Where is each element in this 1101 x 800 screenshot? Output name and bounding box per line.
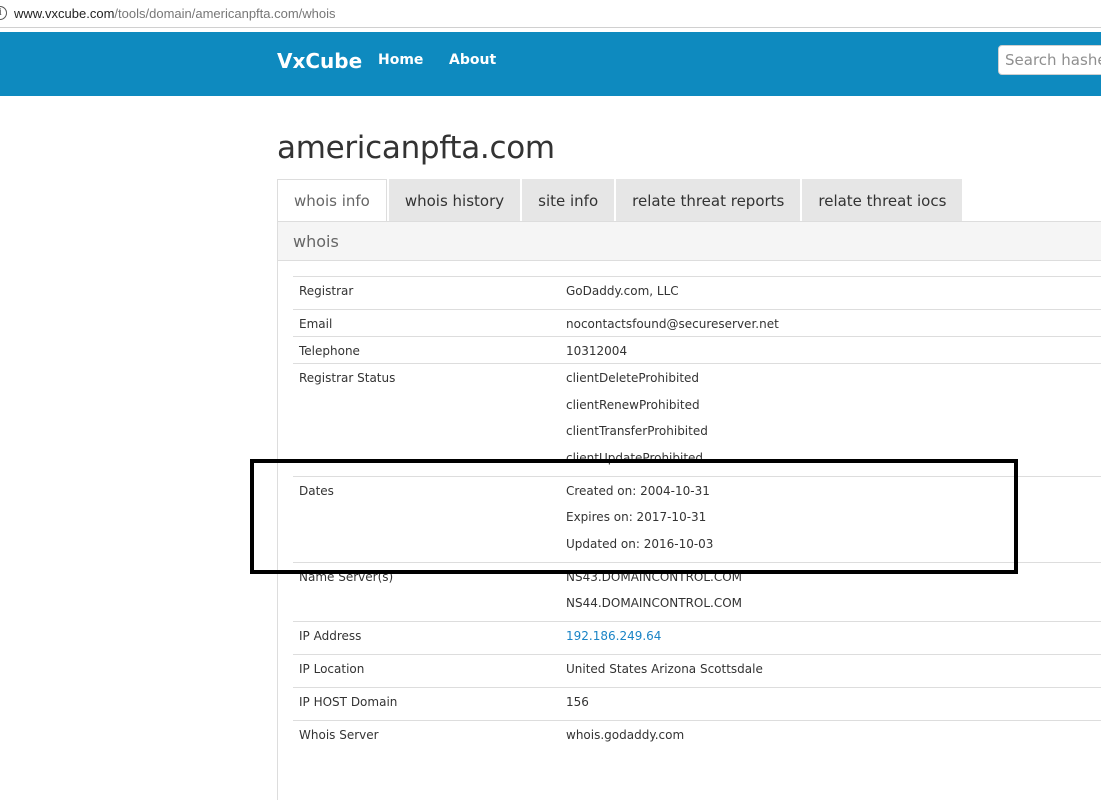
tab-whois-info[interactable]: whois info bbox=[277, 179, 387, 222]
tab-bar: whois info whois history site info relat… bbox=[277, 179, 964, 222]
address-url[interactable]: www.vxcube.com/tools/domain/americanpfta… bbox=[14, 6, 336, 21]
value-line: clientDeleteProhibited bbox=[566, 371, 700, 385]
value-line: United States Arizona Scottsdale bbox=[566, 662, 763, 676]
value-line: 10312004 bbox=[566, 344, 628, 358]
row-key: Email bbox=[293, 309, 560, 337]
url-host: www.vxcube.com bbox=[14, 6, 115, 21]
value-line: 156 bbox=[566, 695, 589, 709]
row-value: 192.186.249.64 bbox=[560, 621, 1101, 655]
highlight-box bbox=[250, 459, 1018, 574]
row-key: Registrar bbox=[293, 276, 560, 310]
row-key: Whois Server bbox=[293, 720, 560, 753]
table-row: Email nocontactsfound@secureserver.net bbox=[293, 309, 1101, 337]
table-row: Registrar GoDaddy.com, LLC bbox=[293, 276, 1101, 310]
tab-relate-threat-reports[interactable]: relate threat reports bbox=[616, 179, 801, 222]
ip-address-link[interactable]: 192.186.249.64 bbox=[566, 629, 1101, 643]
panel-heading: whois bbox=[278, 222, 1101, 261]
tab-site-info[interactable]: site info bbox=[522, 179, 615, 222]
brand-logo[interactable]: VxCube bbox=[277, 49, 362, 73]
row-value: 156 bbox=[560, 687, 1101, 721]
page-title: americanpfta.com bbox=[277, 130, 555, 166]
table-row: IP Location United States Arizona Scotts… bbox=[293, 654, 1101, 688]
nav-about-link[interactable]: About bbox=[449, 52, 496, 68]
row-key: IP Location bbox=[293, 654, 560, 688]
top-navbar: VxCube Home About bbox=[0, 32, 1101, 96]
row-key: Telephone bbox=[293, 336, 560, 364]
value-line: NS44.DOMAINCONTROL.COM bbox=[566, 596, 743, 610]
row-key: IP Address bbox=[293, 621, 560, 655]
table-row: Whois Server whois.godaddy.com bbox=[293, 720, 1101, 753]
table-row: IP Address 192.186.249.64 bbox=[293, 621, 1101, 655]
value-line: clientTransferProhibited bbox=[566, 424, 708, 438]
tab-relate-threat-iocs[interactable]: relate threat iocs bbox=[802, 179, 963, 222]
browser-address-bar[interactable]: i www.vxcube.com/tools/domain/americanpf… bbox=[0, 0, 1101, 28]
search-input[interactable] bbox=[998, 45, 1101, 75]
value-line: whois.godaddy.com bbox=[566, 728, 685, 742]
row-key: IP HOST Domain bbox=[293, 687, 560, 721]
value-line: nocontactsfound@secureserver.net bbox=[566, 317, 779, 331]
row-value: United States Arizona Scottsdale bbox=[560, 654, 1101, 688]
nav-home-link[interactable]: Home bbox=[378, 52, 423, 68]
table-row: Telephone 10312004 bbox=[293, 336, 1101, 364]
url-path: /tools/domain/americanpfta.com/whois bbox=[114, 6, 336, 21]
row-value: whois.godaddy.com bbox=[560, 720, 1101, 753]
value-line: GoDaddy.com, LLC bbox=[566, 284, 679, 298]
row-value: 10312004 bbox=[560, 336, 1101, 364]
row-value: nocontactsfound@secureserver.net bbox=[560, 309, 1101, 337]
value-line: clientRenewProhibited bbox=[566, 397, 700, 412]
table-row: IP HOST Domain 156 bbox=[293, 687, 1101, 721]
info-icon[interactable]: i bbox=[0, 6, 7, 20]
tab-whois-history[interactable]: whois history bbox=[388, 179, 521, 222]
row-value: GoDaddy.com, LLC bbox=[560, 276, 1101, 310]
